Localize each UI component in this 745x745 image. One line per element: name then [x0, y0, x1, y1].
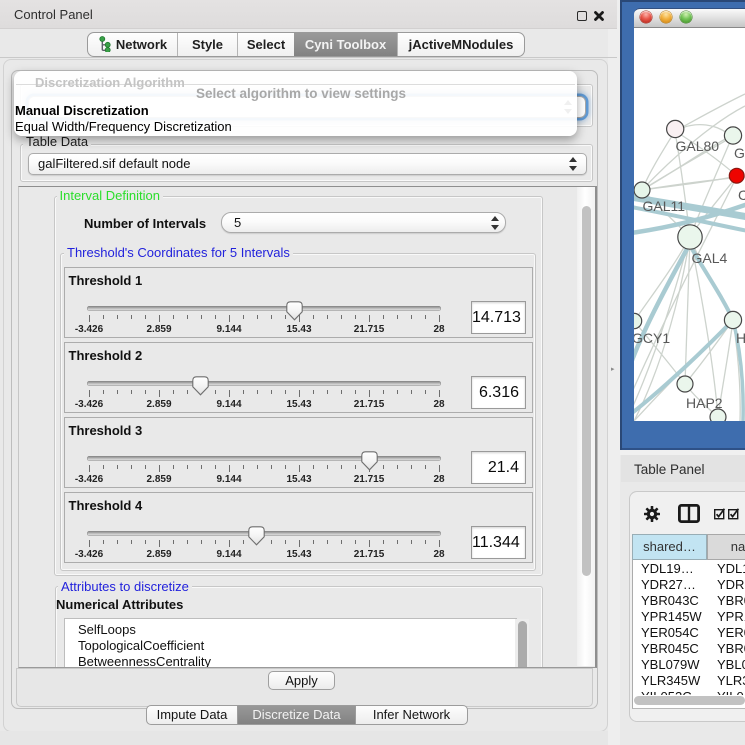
- svg-text:GAL80: GAL80: [676, 138, 720, 154]
- svg-text:GAL11: GAL11: [643, 198, 686, 214]
- svg-text:GCY1: GCY1: [634, 330, 670, 346]
- svg-text:GAL4: GAL4: [692, 250, 728, 266]
- svg-text:HAP2: HAP2: [686, 395, 723, 411]
- svg-text:C: C: [738, 187, 745, 203]
- svg-text:G.: G.: [734, 145, 745, 161]
- svg-text:H: H: [736, 330, 745, 346]
